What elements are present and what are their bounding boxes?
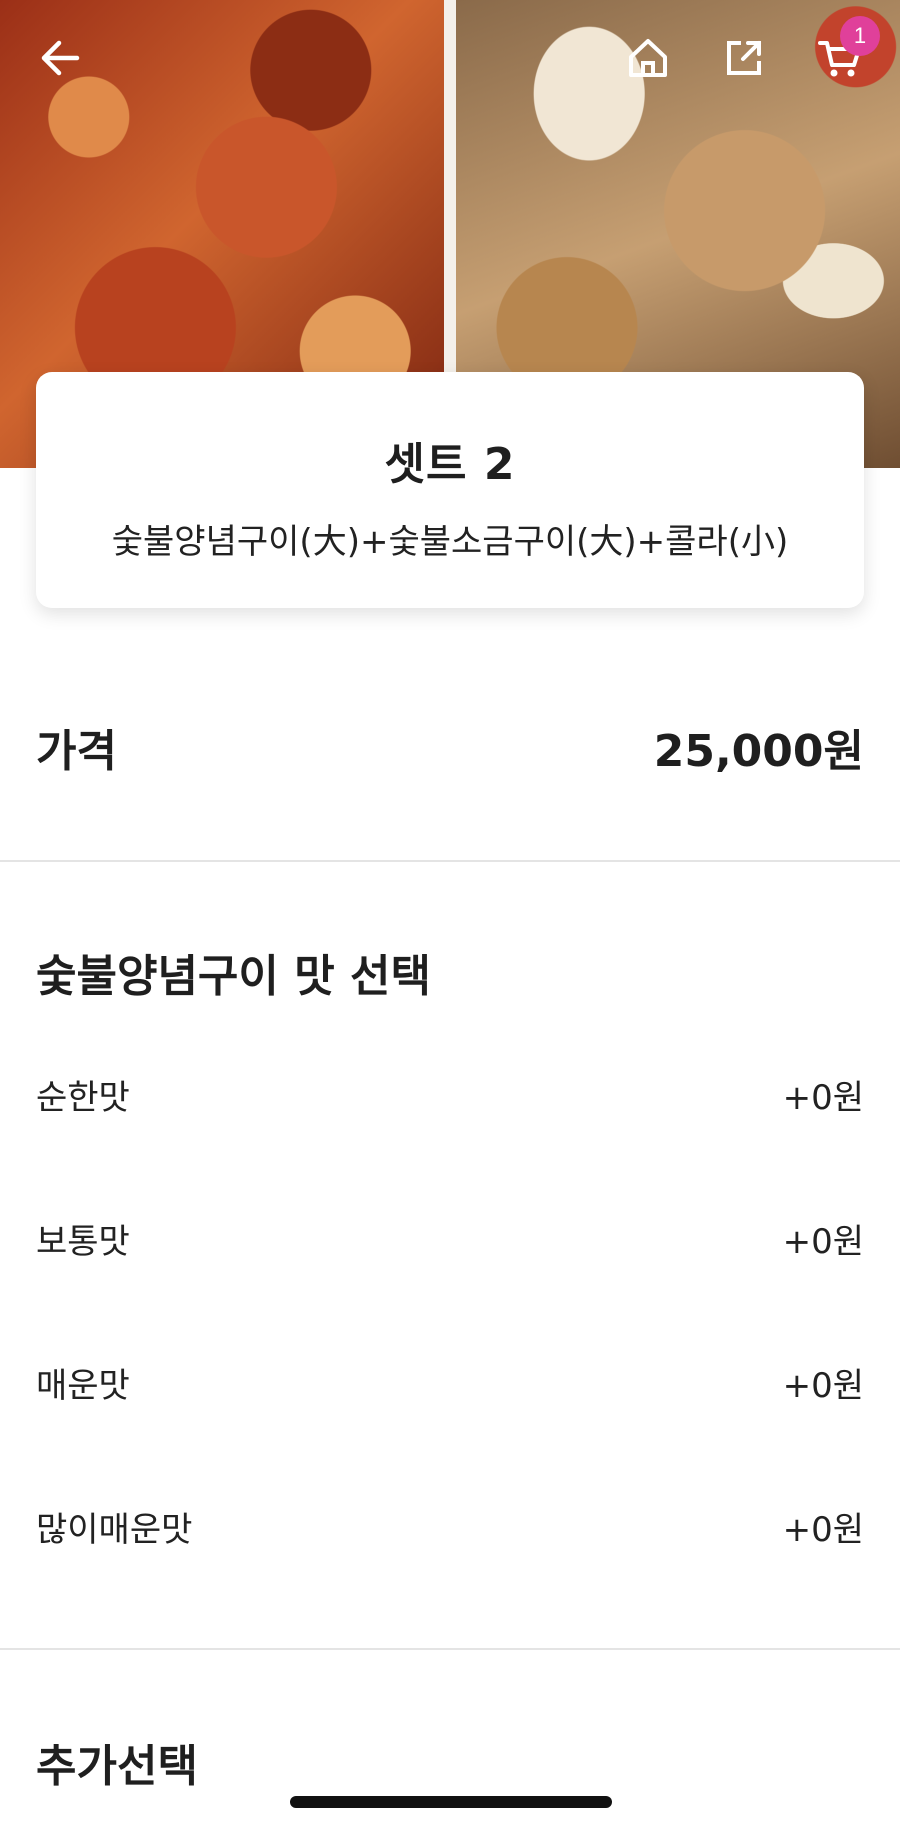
- option-price: +0원: [782, 1221, 864, 1262]
- menu-title-card: 셋트 2 숯불양념구이(大)+숯불소금구이(大)+콜라(小): [36, 372, 864, 608]
- share-icon: [727, 41, 761, 75]
- back-button[interactable]: [30, 28, 90, 88]
- flavor-option-very-spicy[interactable]: 많이매운맛 +0원: [36, 1496, 864, 1556]
- price-label: 가격: [36, 726, 117, 777]
- option-label: 매운맛: [36, 1365, 130, 1406]
- extra-section-title: 추가선택: [36, 1741, 198, 1792]
- flavor-option-spicy[interactable]: 매운맛 +0원: [36, 1352, 864, 1412]
- price-value: 25,000원: [653, 726, 864, 777]
- photo-divider: [444, 0, 456, 372]
- flavor-option-mild[interactable]: 순한맛 +0원: [36, 1064, 864, 1124]
- option-price: +0원: [782, 1077, 864, 1118]
- menu-detail-page: 1 셋트 2 숯불양념구이(大)+숯불소금구이(大)+콜라(小) 가격 25,0…: [0, 0, 900, 1828]
- share-button[interactable]: [714, 28, 774, 88]
- option-label: 많이매운맛: [36, 1509, 193, 1550]
- home-icon: [629, 39, 667, 77]
- back-arrow-icon: [41, 40, 80, 76]
- option-price: +0원: [782, 1365, 864, 1406]
- home-indicator: [290, 1796, 612, 1808]
- home-button[interactable]: [618, 28, 678, 88]
- option-label: 순한맛: [36, 1077, 130, 1118]
- flavor-option-medium[interactable]: 보통맛 +0원: [36, 1208, 864, 1268]
- flavor-section-title: 숯불양념구이 맛 선택: [36, 951, 431, 1002]
- menu-description: 숯불양념구이(大)+숯불소금구이(大)+콜라(小): [111, 522, 789, 562]
- menu-name: 셋트 2: [384, 439, 516, 490]
- section-divider: [0, 860, 900, 862]
- option-label: 보통맛: [36, 1221, 130, 1262]
- section-divider: [0, 1648, 900, 1650]
- option-price: +0원: [782, 1509, 864, 1550]
- price-row: 가격 25,000원: [36, 712, 864, 782]
- cart-count-badge: 1: [840, 16, 880, 56]
